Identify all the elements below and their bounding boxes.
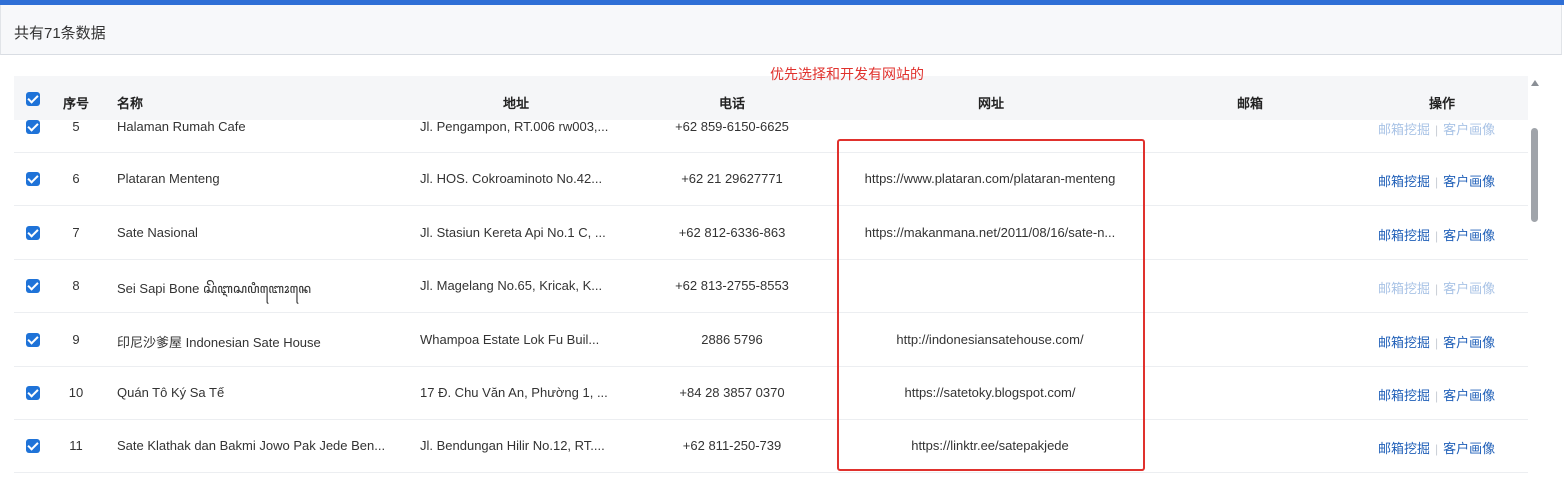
col-header-phone: 电话 <box>718 96 746 111</box>
action-separator: | <box>1435 442 1439 457</box>
row-name: Sei Sapi Bone ꦱꦼꦆꦱꦥꦶꦧꦺꦴꦤꦺ <box>117 281 312 297</box>
row-checkbox[interactable] <box>26 120 40 134</box>
table-row[interactable]: 7 Sate Nasional Jl. Stasiun Kereta Api No.… <box>14 206 1528 260</box>
table-row[interactable]: 6 Plataran Menteng Jl. HOS. Cokroaminoto N… <box>14 153 1528 207</box>
row-checkbox[interactable] <box>26 172 40 187</box>
col-header-actions: 操作 <box>1428 96 1456 111</box>
row-phone: +62 811-250-739 <box>682 438 782 454</box>
row-name: Plataran Menteng <box>117 171 220 187</box>
row-address: Jl. Stasiun Kereta Api No.1 C, ... <box>420 224 606 240</box>
table-row[interactable]: 11 Sate Klathak dan Bakmi Jowo Pak Jede B… <box>14 420 1528 474</box>
row-name: 印尼沙爹屋 Indonesian Sate House <box>117 334 321 350</box>
col-header-seq: 序号 <box>62 96 90 111</box>
customer-profile-link[interactable]: 客户画像 <box>1443 281 1495 296</box>
row-actions: 邮箱挖掘 | 客户画像 <box>1378 438 1528 457</box>
row-address: Jl. Bendungan Hilir No.12, RT.... <box>420 438 605 454</box>
action-separator: | <box>1435 228 1439 243</box>
scroll-up-arrow-icon[interactable] <box>1531 80 1539 86</box>
scrollbar-thumb[interactable] <box>1531 128 1538 222</box>
col-header-email: 邮箱 <box>1236 96 1264 111</box>
row-phone: +62 21 29627771 <box>681 171 783 187</box>
website-highlight-box <box>837 139 1145 471</box>
row-seq: 8 <box>72 278 80 294</box>
results-table: 5 Halaman Rumah Cafe Jl. Pengampon, RT.006… <box>14 76 1528 486</box>
row-actions: 邮箱挖掘 | 客户画像 <box>1378 278 1528 297</box>
col-header-website: 网址 <box>977 96 1005 111</box>
annotation-note: 优先选择和开发有网站的 <box>770 66 924 82</box>
row-name: Sate Klathak dan Bakmi Jowo Pak Jede Ben… <box>117 438 386 454</box>
row-actions: 邮箱挖掘 | 客户画像 <box>1378 225 1528 244</box>
row-phone: +84 28 3857 0370 <box>679 385 785 400</box>
row-seq: 7 <box>72 224 80 240</box>
row-seq: 5 <box>72 119 80 134</box>
select-all-checkbox[interactable] <box>26 92 40 106</box>
row-checkbox[interactable] <box>26 386 40 400</box>
row-phone: 2886 5796 <box>701 331 763 347</box>
email-mining-link[interactable]: 邮箱挖掘 <box>1378 228 1430 243</box>
row-actions: 邮箱挖掘 | 客户画像 <box>1378 171 1528 190</box>
row-address: 17 Đ. Chu Văn An, Phường 1, ... <box>420 385 608 400</box>
row-actions: 邮箱挖掘 | 客户画像 <box>1378 332 1528 351</box>
table-row[interactable]: 9 印尼沙爹屋 Indonesian Sate House Whampoa Esta… <box>14 313 1528 367</box>
row-checkbox[interactable] <box>26 279 40 294</box>
action-separator: | <box>1435 389 1439 403</box>
customer-profile-link[interactable]: 客户画像 <box>1443 122 1495 137</box>
action-separator: | <box>1435 282 1439 297</box>
table-row[interactable]: 8 Sei Sapi Bone ꦱꦼꦆꦱꦥꦶꦧꦺꦴꦤꦺ Jl. Magelang N… <box>14 260 1528 314</box>
table-row[interactable]: 10 Quán Tô Ký Sa Tế 17 Đ. Chu Văn An, Phườ… <box>14 367 1528 420</box>
row-phone: +62 812-6336-863 <box>678 224 786 240</box>
row-address: Whampoa Estate Lok Fu Buil... <box>420 331 600 347</box>
row-seq: 11 <box>69 438 83 454</box>
col-header-name: 名称 <box>117 96 144 111</box>
email-mining-link[interactable]: 邮箱挖掘 <box>1378 174 1430 189</box>
row-name: Sate Nasional <box>117 224 198 240</box>
action-separator: | <box>1435 175 1439 190</box>
email-mining-link[interactable]: 邮箱挖掘 <box>1378 122 1430 137</box>
action-separator: | <box>1435 335 1439 350</box>
row-address: Jl. Magelang No.65, Kricak, K... <box>420 278 603 294</box>
customer-profile-link[interactable]: 客户画像 <box>1443 335 1495 350</box>
row-seq: 10 <box>68 385 84 400</box>
customer-profile-link[interactable]: 客户画像 <box>1443 174 1495 189</box>
email-mining-link[interactable]: 邮箱挖掘 <box>1378 441 1430 456</box>
row-phone: +62 813-2755-8553 <box>675 278 789 294</box>
row-name: Halaman Rumah Cafe <box>117 119 246 134</box>
row-checkbox[interactable] <box>26 439 40 454</box>
record-count: 共有71条数据 <box>14 25 106 42</box>
row-name: Quán Tô Ký Sa Tế <box>117 385 225 400</box>
row-address: Jl. HOS. Cokroaminoto No.42... <box>420 171 603 187</box>
row-seq: 9 <box>72 331 80 347</box>
customer-profile-link[interactable]: 客户画像 <box>1443 228 1495 243</box>
action-separator: | <box>1435 123 1439 137</box>
row-actions: 邮箱挖掘 | 客户画像 <box>1378 385 1528 404</box>
row-checkbox[interactable] <box>26 332 40 347</box>
row-address: Jl. Pengampon, RT.006 rw003,... <box>420 119 609 134</box>
email-mining-link[interactable]: 邮箱挖掘 <box>1378 281 1430 296</box>
row-checkbox[interactable] <box>26 225 40 240</box>
customer-profile-link[interactable]: 客户画像 <box>1443 441 1495 456</box>
row-actions: 邮箱挖掘 | 客户画像 <box>1378 119 1528 138</box>
col-header-address: 地址 <box>502 96 530 111</box>
row-seq: 6 <box>72 171 80 187</box>
summary-bar: 共有71条数据 <box>0 5 1562 55</box>
customer-profile-link[interactable]: 客户画像 <box>1443 388 1495 403</box>
row-phone: +62 859-6150-6625 <box>675 119 789 134</box>
email-mining-link[interactable]: 邮箱挖掘 <box>1378 388 1430 403</box>
email-mining-link[interactable]: 邮箱挖掘 <box>1378 335 1430 350</box>
